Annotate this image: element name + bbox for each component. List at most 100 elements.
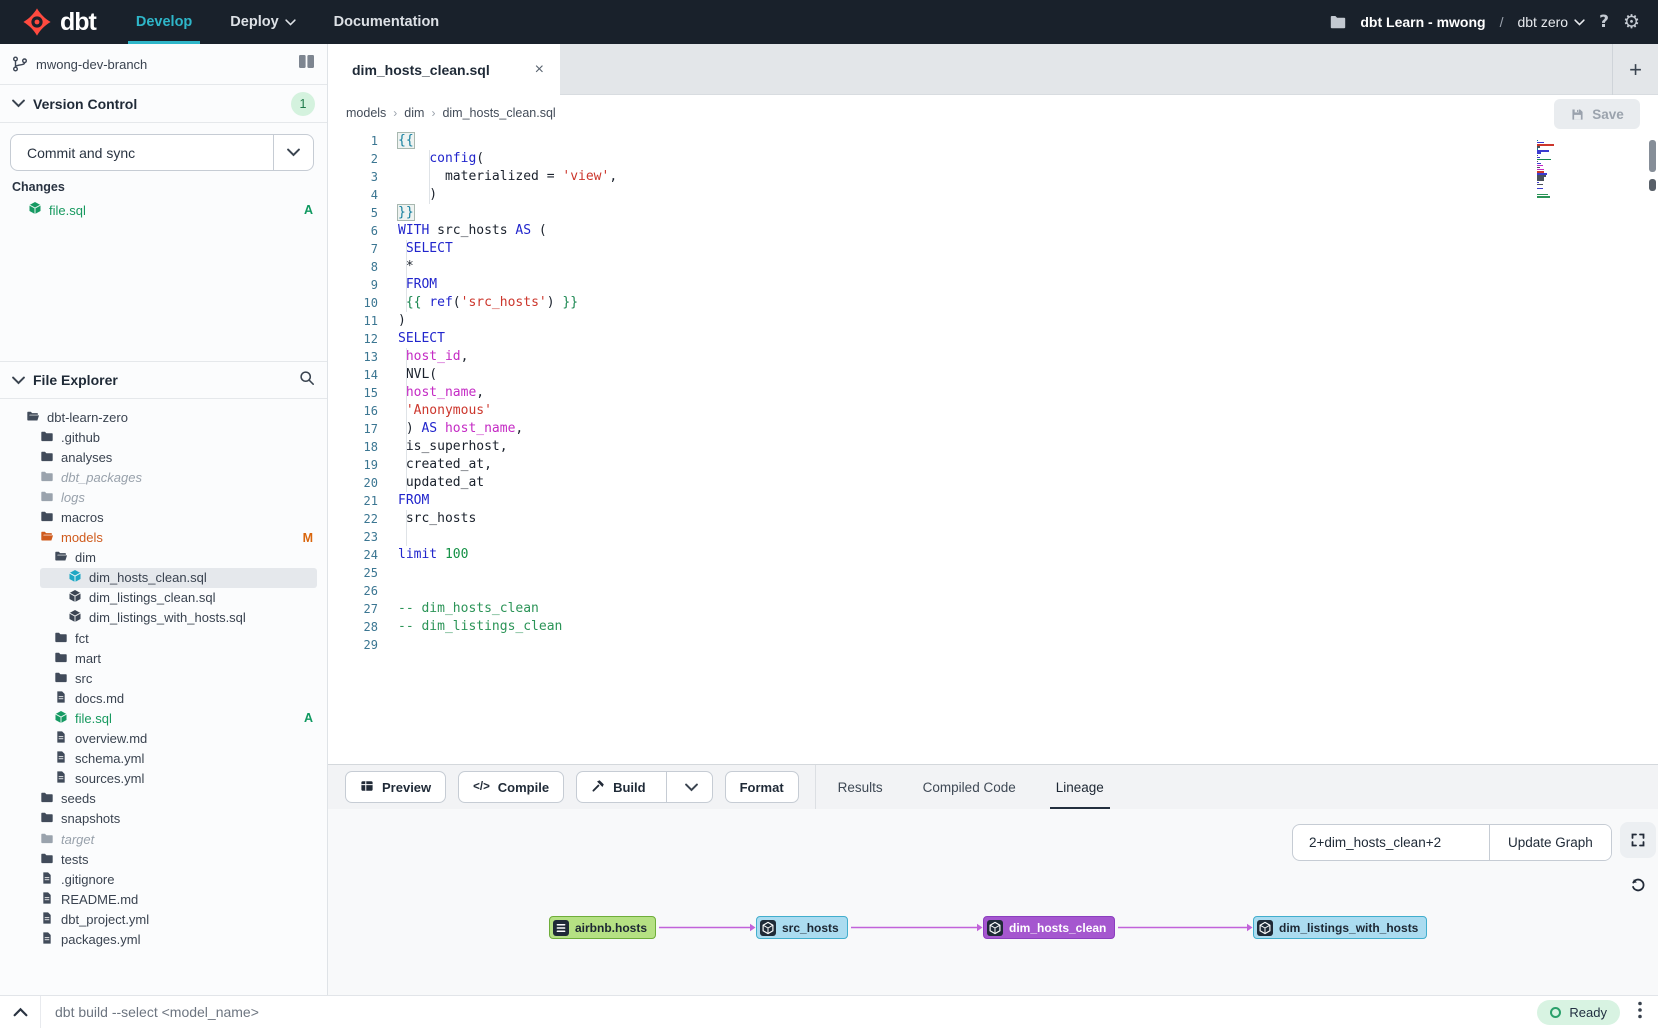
kebab-menu-icon[interactable] — [1638, 1001, 1642, 1024]
nav-item-documentation[interactable]: Documentation — [334, 0, 440, 44]
nav-item-develop[interactable]: Develop — [136, 0, 192, 44]
lineage-node-dim-hosts-clean[interactable]: dim_hosts_clean — [983, 916, 1115, 939]
breadcrumb-segment[interactable]: models — [346, 106, 386, 120]
folder-icon — [40, 469, 54, 486]
folder-icon — [40, 851, 54, 868]
breadcrumb-segment[interactable]: dim_hosts_clean.sql — [442, 106, 555, 120]
commit-options-caret[interactable] — [273, 135, 313, 170]
lineage-node-airbnb-hosts[interactable]: airbnb.hosts — [549, 916, 656, 939]
tree-item-dim[interactable]: dim — [0, 548, 327, 568]
tab-compiled-code[interactable]: Compiled Code — [921, 765, 1018, 809]
tree-item-snapshots[interactable]: snapshots — [0, 809, 327, 829]
build-options-caret[interactable] — [675, 783, 698, 792]
reset-view-icon[interactable] — [1620, 868, 1656, 904]
tab-lineage[interactable]: Lineage — [1054, 765, 1106, 809]
environment-select[interactable]: dbt zero — [1517, 14, 1585, 30]
scrollbar-thumb[interactable] — [1649, 140, 1656, 172]
tree-item-schema-yml[interactable]: schema.yml — [0, 749, 327, 769]
code-line-14: 14 NVL( — [328, 366, 617, 384]
tree-item-seeds[interactable]: seeds — [0, 789, 327, 809]
line-number: 18 — [328, 438, 378, 456]
code-line-25: 25 — [328, 564, 617, 582]
indent-guide — [406, 528, 407, 546]
nav-label: Develop — [136, 14, 192, 30]
lineage-filter-input[interactable] — [1293, 825, 1489, 860]
tree-item-mart[interactable]: mart — [0, 648, 327, 668]
preview-button[interactable]: Preview — [345, 771, 446, 803]
tree-item-fct[interactable]: fct — [0, 628, 327, 648]
tab-results[interactable]: Results — [836, 765, 885, 809]
dbt-logo-icon — [22, 7, 52, 37]
tree-item-analyses[interactable]: analyses — [0, 447, 327, 467]
tree-item-dim-hosts-clean-sql[interactable]: dim_hosts_clean.sql — [0, 568, 327, 588]
tree-item-label: seeds — [61, 791, 96, 806]
help-icon[interactable]: ? — [1599, 12, 1609, 32]
tree-item-label: fct — [75, 631, 89, 646]
tree-item-packages-yml[interactable]: packages.yml — [0, 929, 327, 949]
tree-item-models[interactable]: modelsM — [0, 528, 327, 548]
dbt-logo[interactable]: dbt — [22, 7, 96, 37]
folder-icon — [40, 810, 54, 827]
tab-dim-hosts-clean[interactable]: dim_hosts_clean.sql × — [328, 44, 560, 95]
file-explorer-header[interactable]: File Explorer — [0, 361, 327, 399]
tree-item--github[interactable]: .github — [0, 427, 327, 447]
breadcrumb-segment[interactable]: dim — [404, 106, 424, 120]
folder-icon — [40, 449, 54, 466]
tree-item-file-sql[interactable]: file.sqlA — [0, 708, 327, 728]
tree-item-docs-md[interactable]: docs.md — [0, 688, 327, 708]
code-text: -- dim_hosts_clean — [398, 600, 539, 618]
tree-item-src[interactable]: src — [0, 668, 327, 688]
indent-guide — [406, 240, 407, 258]
code-editor[interactable]: 1{{2 config(3 materialized = 'view',4 )5… — [328, 130, 1658, 764]
tree-item-dim-listings-clean-sql[interactable]: dim_listings_clean.sql — [0, 588, 327, 608]
indent-guide — [406, 258, 407, 276]
tree-item-tests[interactable]: tests — [0, 849, 327, 869]
tree-item-dim-listings-with-hosts-sql[interactable]: dim_listings_with_hosts.sql — [0, 608, 327, 628]
code-text: host_id, — [398, 348, 468, 366]
fullscreen-icon[interactable] — [1620, 822, 1656, 858]
command-input[interactable] — [55, 1004, 1335, 1020]
format-button[interactable]: Format — [725, 771, 799, 803]
tree-item-readme-md[interactable]: README.md — [0, 889, 327, 909]
code-line-8: 8 * — [328, 258, 617, 276]
tree-item--gitignore[interactable]: .gitignore — [0, 869, 327, 889]
status-badge[interactable]: Ready — [1537, 1000, 1620, 1025]
tree-item-dbt-learn-zero[interactable]: dbt-learn-zero — [0, 407, 327, 427]
line-number: 7 — [328, 240, 378, 258]
tree-item-overview-md[interactable]: overview.md — [0, 729, 327, 749]
line-number: 11 — [328, 312, 378, 330]
compile-button[interactable]: </>Compile — [458, 771, 564, 803]
gear-icon[interactable]: ⚙ — [1623, 11, 1640, 33]
lineage-node-dim-listings-with-hosts[interactable]: dim_listings_with_hosts — [1253, 916, 1427, 939]
tree-item-macros[interactable]: macros — [0, 507, 327, 527]
branch-row[interactable]: mwong-dev-branch — [0, 44, 327, 85]
tree-item-target[interactable]: target — [0, 829, 327, 849]
indent-guide — [406, 438, 407, 456]
tree-item-dbt-project-yml[interactable]: dbt_project.yml — [0, 909, 327, 929]
tree-item-dbt-packages[interactable]: dbt_packages — [0, 467, 327, 487]
git-status-badge: M — [303, 531, 313, 545]
save-button[interactable]: Save — [1554, 99, 1640, 129]
changed-file-row[interactable]: file.sqlA — [0, 199, 327, 221]
nav-item-deploy[interactable]: Deploy — [230, 0, 295, 44]
search-icon[interactable] — [299, 370, 315, 391]
code-line-3: 3 materialized = 'view', — [328, 168, 617, 186]
git-status-badge: A — [304, 711, 313, 725]
editor-scrollbar[interactable] — [1648, 133, 1657, 758]
lineage-node-src-hosts[interactable]: src_hosts — [756, 916, 848, 939]
editor-minimap[interactable] — [1537, 140, 1567, 200]
line-number: 21 — [328, 492, 378, 510]
commit-and-sync-button[interactable]: Commit and sync — [10, 134, 314, 171]
version-control-header[interactable]: Version Control 1 — [0, 85, 327, 123]
tree-item-sources-yml[interactable]: sources.yml — [0, 769, 327, 789]
build-button[interactable]: Build — [576, 771, 713, 803]
new-tab-button[interactable]: + — [1612, 44, 1658, 95]
line-number: 10 — [328, 294, 378, 312]
close-tab-icon[interactable]: × — [535, 61, 544, 79]
chevron-up-icon[interactable] — [0, 1007, 40, 1017]
folder-icon — [54, 630, 68, 647]
tree-item-logs[interactable]: logs — [0, 487, 327, 507]
project-name[interactable]: dbt Learn - mwong — [1360, 14, 1485, 30]
update-graph-button[interactable]: Update Graph — [1489, 825, 1611, 860]
docs-panel-icon[interactable] — [298, 54, 315, 74]
